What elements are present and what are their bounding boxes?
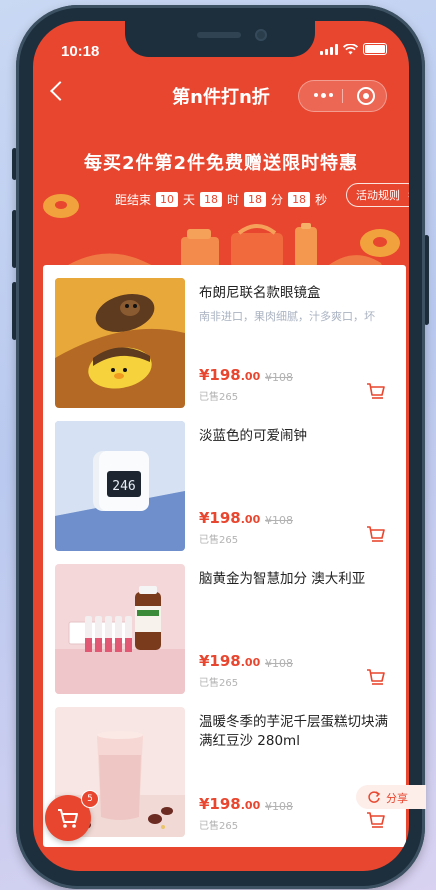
notch xyxy=(125,21,315,57)
mini-program-capsule xyxy=(298,80,387,112)
cart-count-badge: 5 xyxy=(81,790,99,808)
price-cents: .00 xyxy=(240,656,261,669)
wifi-icon xyxy=(343,43,358,54)
product-sold-count: 已售265 xyxy=(199,821,239,832)
countdown-seconds-unit: 秒 xyxy=(315,193,328,207)
product-title: 温暖冬季的芋泥千层蛋糕切块满满红豆沙 280ml xyxy=(199,714,388,749)
chevron-right-icon: › xyxy=(408,188,409,201)
countdown-minutes: 18 xyxy=(244,192,267,207)
countdown-timer: 距结束 10 天 18 时 18 分 18 秒 xyxy=(115,191,327,208)
clock-display-text: 246 xyxy=(112,479,135,494)
close-target-icon[interactable] xyxy=(357,87,375,105)
share-icon xyxy=(368,791,381,803)
product-item[interactable]: 脑黄金为智慧加分 澳大利亚 ¥198.00 ¥108 已售265 xyxy=(43,564,406,704)
countdown-prefix: 距结束 xyxy=(115,193,152,207)
product-item[interactable]: 布朗尼联名款眼镜盒 南非进口，果肉细腻，汁多爽口，坏 ¥198.00 ¥108 … xyxy=(43,278,406,418)
add-to-cart-icon[interactable] xyxy=(366,668,386,686)
product-price: ¥198.00 xyxy=(199,509,260,527)
capsule-divider xyxy=(342,89,343,103)
activity-rules-label: 活动规则 xyxy=(356,189,400,202)
promo-headline: 每买2件第2件免费赠送限时特惠 xyxy=(83,153,359,174)
product-sold-count: 已售265 xyxy=(199,392,239,403)
countdown-days: 10 xyxy=(156,192,179,207)
battery-icon xyxy=(363,43,387,55)
price-main: ¥198 xyxy=(199,509,241,527)
front-camera xyxy=(255,29,267,41)
product-title: 布朗尼联名款眼镜盒 xyxy=(199,285,321,301)
share-button[interactable]: 分享 xyxy=(356,785,426,809)
countdown-days-unit: 天 xyxy=(183,193,196,207)
product-original-price: ¥108 xyxy=(265,800,293,813)
status-icons xyxy=(320,43,387,55)
price-cents: .00 xyxy=(240,513,261,526)
countdown-minutes-unit: 分 xyxy=(271,193,284,207)
product-original-price: ¥108 xyxy=(265,514,293,527)
add-to-cart-icon[interactable] xyxy=(366,382,386,400)
decoration-shopping-items xyxy=(63,223,383,268)
countdown-hours-unit: 时 xyxy=(227,193,240,207)
countdown-hours: 18 xyxy=(200,192,223,207)
product-original-price: ¥108 xyxy=(265,371,293,384)
status-time: 10:18 xyxy=(61,43,100,60)
product-title: 脑黄金为智慧加分 澳大利亚 xyxy=(199,571,366,587)
product-sold-count: 已售265 xyxy=(199,535,239,546)
price-cents: .00 xyxy=(240,799,261,812)
product-item[interactable]: 246 淡蓝色的可爱闹钟 ¥198.00 ¥108 已售265 xyxy=(43,421,406,561)
product-list-card: 布朗尼联名款眼镜盒 南非进口，果肉细腻，汁多爽口，坏 ¥198.00 ¥108 … xyxy=(43,265,406,847)
share-label: 分享 xyxy=(386,792,408,805)
product-original-price: ¥108 xyxy=(265,657,293,670)
add-to-cart-icon[interactable] xyxy=(366,525,386,543)
speaker-grille xyxy=(197,32,241,38)
product-price: ¥198.00 xyxy=(199,366,260,384)
countdown-seconds: 18 xyxy=(288,192,311,207)
add-to-cart-icon[interactable] xyxy=(366,811,386,829)
product-price: ¥198.00 xyxy=(199,652,260,670)
product-image-alarm-clock: 246 xyxy=(55,421,185,551)
product-image-glasses-case xyxy=(55,278,185,408)
product-sold-count: 已售265 xyxy=(199,678,239,689)
product-price: ¥198.00 xyxy=(199,795,260,813)
price-main: ¥198 xyxy=(199,652,241,670)
product-item[interactable]: 温暖冬季的芋泥千层蛋糕切块满满红豆沙 280ml ¥198.00 ¥108 已售… xyxy=(43,707,406,847)
activity-rules-button[interactable]: 活动规则 › xyxy=(346,183,409,207)
product-image-supplement xyxy=(55,564,185,694)
decoration-donut-left xyxy=(43,194,79,218)
price-cents: .00 xyxy=(240,370,261,383)
more-icon[interactable] xyxy=(314,92,333,98)
price-main: ¥198 xyxy=(199,795,241,813)
phone-screen: 10:18 第n件打n折 每买2件第2件免费赠送限时特惠 距结束 10 天 18… xyxy=(33,21,409,871)
signal-icon xyxy=(320,43,338,55)
product-subtitle: 南非进口，果肉细腻，汁多爽口，坏 xyxy=(199,310,375,323)
product-title: 淡蓝色的可爱闹钟 xyxy=(199,428,307,444)
price-main: ¥198 xyxy=(199,366,241,384)
